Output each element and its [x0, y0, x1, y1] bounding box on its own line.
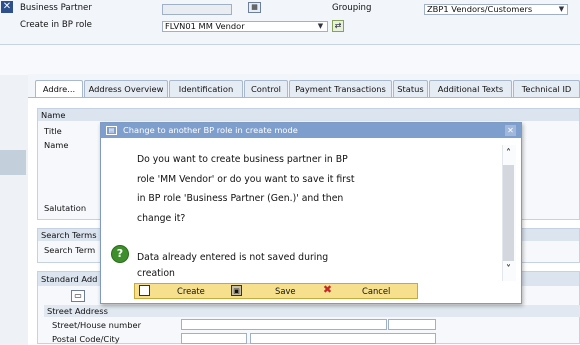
tab-technical-id[interactable]: Technical ID	[513, 80, 580, 97]
street-address-title: Street Address	[44, 305, 580, 317]
tab-address-overview[interactable]: Address Overview	[84, 80, 168, 97]
save-button[interactable]: ▣ Save	[231, 284, 317, 298]
dialog-button-bar: Create ▣ Save ✖ Cancel	[134, 283, 418, 299]
tab-control[interactable]: Control	[244, 80, 288, 97]
save-button-label: Save	[275, 286, 296, 296]
calendar-icon[interactable]: ▦	[248, 2, 261, 13]
save-icon: ▣	[231, 285, 242, 296]
cancel-button[interactable]: ✖ Cancel	[322, 284, 412, 298]
print-preview-icon[interactable]: ▭	[71, 290, 85, 302]
salutation-label: Salutation	[44, 203, 87, 213]
bp-role-select[interactable]: FLVN01 MM Vendor ▼	[162, 21, 328, 32]
business-partner-label: Business Partner	[20, 3, 92, 13]
cancel-icon: ✖	[322, 283, 333, 296]
bp-role-value: FLVN01 MM Vendor	[165, 22, 245, 31]
scroll-up-icon[interactable]: ˄	[502, 147, 515, 160]
tab-address[interactable]: Addre...	[35, 80, 83, 98]
create-button[interactable]: Create	[137, 284, 229, 298]
search-term-label: Search Term	[44, 245, 96, 255]
tab-status[interactable]: Status	[393, 80, 428, 97]
tab-identification[interactable]: Identification	[169, 80, 243, 97]
create-button-label: Create	[177, 286, 205, 296]
cancel-button-label: Cancel	[362, 286, 391, 296]
question-icon: ?	[111, 245, 129, 263]
close-window-icon[interactable]: ✕	[1, 1, 13, 13]
dialog-message-line: change it?	[137, 212, 186, 224]
street-field[interactable]	[181, 319, 387, 330]
title-label: Title	[44, 126, 62, 136]
chevron-down-icon[interactable]: ▼	[557, 5, 566, 14]
dialog-close-icon[interactable]: ✕	[505, 125, 516, 136]
business-partner-field[interactable]	[162, 4, 232, 15]
dialog-message-line: in BP role 'Business Partner (Gen.)' and…	[137, 193, 344, 204]
postal-city-label: Postal Code/City	[52, 334, 120, 344]
grouping-select[interactable]: ZBP1 Vendors/Customers ▼	[424, 4, 568, 15]
name-group-title: Name	[38, 109, 579, 121]
dialog-message-line: role 'MM Vendor' or do you want to save …	[137, 173, 355, 185]
grouping-label: Grouping	[332, 3, 372, 13]
scroll-down-icon[interactable]: ˅	[502, 263, 515, 276]
city-field[interactable]	[250, 333, 436, 344]
chevron-down-icon[interactable]: ▼	[316, 22, 325, 31]
dialog-message-line: creation	[137, 268, 175, 279]
dialog-window-icon: ▤	[106, 126, 117, 135]
grouping-value: ZBP1 Vendors/Customers	[427, 5, 533, 14]
scrollbar-thumb[interactable]	[503, 165, 514, 261]
dialog-message-line: Do you want to create business partner i…	[137, 154, 348, 165]
dialog-title: Change to another BP role in create mode	[123, 125, 298, 135]
toolbar-gap	[0, 45, 580, 75]
house-number-field[interactable]	[388, 319, 436, 330]
side-strip	[0, 150, 26, 175]
change-role-dialog: ▤ Change to another BP role in create mo…	[100, 122, 522, 304]
tab-additional-texts[interactable]: Additional Texts	[429, 80, 512, 97]
switch-role-icon[interactable]: ⇄	[332, 20, 344, 32]
name-label: Name	[44, 140, 69, 150]
street-house-label: Street/House number	[52, 320, 142, 330]
new-document-icon	[139, 285, 150, 296]
dialog-title-bar[interactable]: ▤ Change to another BP role in create mo…	[101, 123, 521, 138]
tab-payment-transactions[interactable]: Payment Transactions	[289, 80, 392, 97]
create-in-role-label: Create in BP role	[20, 20, 92, 30]
postal-code-field[interactable]	[181, 333, 247, 344]
